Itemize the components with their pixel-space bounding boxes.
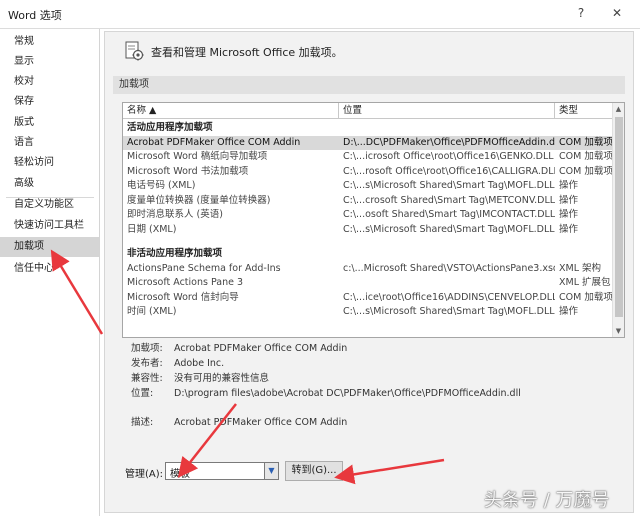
manage-select-value: 模板	[170, 469, 190, 480]
cell-type: COM 加载项	[559, 136, 613, 148]
table-row[interactable]: Microsoft Actions Pane 3 XML 扩展包	[123, 276, 613, 291]
cell-type: 操作	[559, 180, 579, 191]
title-bar: Word 选项 ? ✕	[0, 0, 640, 28]
sidebar-item-save[interactable]: 保存	[0, 92, 99, 112]
dialog-body: 常规 显示 校对 保存 版式 语言 轻松访问 高级 自定义功能区 快速访问工具栏…	[0, 28, 640, 516]
close-button[interactable]: ✕	[608, 4, 626, 22]
manage-row: 管理(A): 模板 ▼ 转到(G)...	[125, 461, 425, 482]
detail-value: D:\program files\adobe\Acrobat DC\PDFMak…	[174, 388, 521, 399]
goto-button[interactable]: 转到(G)...	[285, 461, 343, 481]
sidebar-item-display[interactable]: 显示	[0, 52, 99, 72]
cell-location: C:\...s\Microsoft Shared\Smart Tag\MOFL.…	[343, 223, 555, 235]
table-row[interactable]: 日期 (XML) C:\...s\Microsoft Shared\Smart …	[123, 223, 613, 238]
cell-location: D:\...DC\PDFMaker\Office\PDFMOfficeAddin…	[343, 136, 555, 148]
cell-type: COM 加载项	[559, 151, 613, 162]
scroll-thumb[interactable]	[615, 117, 623, 317]
table-row[interactable]: Acrobat PDFMaker Office COM Addin D:\...…	[123, 135, 613, 150]
cell-name: 即时消息联系人 (英语)	[127, 209, 223, 220]
cell-type: 操作	[559, 306, 579, 317]
detail-label: 位置:	[131, 388, 154, 399]
group-header-inactive: 非活动应用程序加载项	[127, 248, 223, 259]
list-header: 名称 ▲ 位置 类型	[123, 103, 613, 119]
manage-select[interactable]: 模板 ▼	[165, 462, 279, 480]
scroll-down-icon[interactable]: ▼	[613, 325, 624, 337]
cell-name: ActionsPane Schema for Add-Ins	[127, 262, 281, 274]
table-row[interactable]: 时间 (XML) C:\...s\Microsoft Shared\Smart …	[123, 305, 613, 320]
cell-type: 操作	[559, 194, 579, 206]
scroll-up-icon[interactable]: ▲	[613, 103, 624, 115]
cell-location: C:\...icrosoft Office\root\Office16\GENK…	[343, 151, 554, 162]
addins-gear-icon	[125, 41, 144, 61]
column-header-type[interactable]: 类型	[555, 103, 613, 119]
cell-name: Acrobat PDFMaker Office COM Addin	[127, 136, 301, 148]
table-row[interactable]: 电话号码 (XML) C:\...s\Microsoft Shared\Smar…	[123, 179, 613, 194]
chevron-down-icon[interactable]: ▼	[264, 463, 278, 479]
cell-name: 度量单位转换器 (度量单位转换器)	[127, 194, 271, 206]
sidebar-item-advanced[interactable]: 高级	[0, 174, 99, 194]
sidebar-item-language[interactable]: 语言	[0, 133, 99, 153]
cell-type: 操作	[559, 223, 579, 235]
watermark: 头条号 / 万魔号	[484, 490, 610, 511]
cell-location: C:\...rosoft Office\root\Office16\CALLIG…	[343, 165, 555, 177]
cell-name: 日期 (XML)	[127, 223, 177, 235]
cell-type: 操作	[559, 209, 579, 220]
cell-location: C:\...osoft Shared\Smart Tag\IMCONTACT.D…	[343, 209, 555, 220]
detail-label: 兼容性:	[131, 373, 163, 384]
help-button[interactable]: ?	[572, 4, 590, 22]
addins-list[interactable]: 名称 ▲ 位置 类型 活动应用程序加载项 Acrobat PDFMaker Of…	[122, 102, 625, 338]
cell-location: c:\...Microsoft Shared\VSTO\ActionsPane3…	[343, 262, 555, 274]
group-header-active: 活动应用程序加载项	[127, 122, 213, 133]
cell-type: COM 加载项	[559, 165, 613, 177]
detail-label: 发布者:	[131, 358, 163, 369]
detail-value: Acrobat PDFMaker Office COM Addin	[174, 417, 348, 428]
table-row[interactable]: Microsoft Word 书法加载项 C:\...rosoft Office…	[123, 165, 613, 180]
cell-type: COM 加载项	[559, 291, 613, 303]
column-header-name[interactable]: 名称 ▲	[123, 103, 339, 119]
cell-location: C:\...s\Microsoft Shared\Smart Tag\MOFL.…	[343, 180, 555, 191]
manage-label: 管理(A):	[125, 469, 164, 480]
page-title: 查看和管理 Microsoft Office 加载项。	[151, 46, 343, 59]
sidebar-item-accessibility[interactable]: 轻松访问	[0, 153, 99, 173]
column-header-location[interactable]: 位置	[339, 103, 555, 119]
sidebar-item-quick-access-toolbar[interactable]: 快速访问工具栏	[0, 216, 99, 236]
cell-type: XML 架构	[559, 262, 602, 274]
sidebar-item-addins[interactable]: 加载项	[0, 237, 99, 257]
cell-location: C:\...ice\root\Office16\ADDINS\CENVELOP.…	[343, 291, 555, 303]
sidebar-item-proofing[interactable]: 校对	[0, 72, 99, 92]
addins-panel: 查看和管理 Microsoft Office 加载项。 加载项 名称 ▲ 位置 …	[104, 31, 634, 513]
window-title: Word 选项	[8, 9, 62, 22]
cell-name: Microsoft Word 稿纸向导加载项	[127, 151, 268, 162]
cell-name: Microsoft Word 书法加载项	[127, 165, 249, 177]
table-row[interactable]: 即时消息联系人 (英语) C:\...osoft Shared\Smart Ta…	[123, 208, 613, 223]
detail-value: Acrobat PDFMaker Office COM Addin	[174, 343, 348, 354]
table-row[interactable]: Microsoft Word 信封向导 C:\...ice\root\Offic…	[123, 291, 613, 306]
sidebar-item-layout[interactable]: 版式	[0, 113, 99, 133]
table-row[interactable]: Microsoft Word 稿纸向导加载项 C:\...icrosoft Of…	[123, 150, 613, 165]
cell-name: 电话号码 (XML)	[127, 180, 196, 191]
list-scrollbar[interactable]: ▲ ▼	[612, 103, 624, 337]
sidebar: 常规 显示 校对 保存 版式 语言 轻松访问 高级 自定义功能区 快速访问工具栏…	[0, 29, 100, 516]
cell-type: XML 扩展包	[559, 277, 611, 288]
section-heading: 加载项	[113, 76, 625, 94]
detail-value: Adobe Inc.	[174, 358, 225, 369]
table-row[interactable]: ActionsPane Schema for Add-Ins c:\...Mic…	[123, 262, 613, 277]
cell-location: C:\...crosoft Shared\Smart Tag\METCONV.D…	[343, 194, 555, 206]
sidebar-item-general[interactable]: 常规	[0, 32, 99, 52]
cell-name: Microsoft Word 信封向导	[127, 291, 239, 303]
cell-location: C:\...s\Microsoft Shared\Smart Tag\MOFL.…	[343, 306, 555, 317]
cell-name: Microsoft Actions Pane 3	[127, 277, 244, 288]
detail-label: 描述:	[131, 417, 154, 428]
table-row[interactable]: 度量单位转换器 (度量单位转换器) C:\...crosoft Shared\S…	[123, 194, 613, 209]
sidebar-item-trust-center[interactable]: 信任中心	[0, 259, 99, 279]
cell-name: 时间 (XML)	[127, 306, 177, 317]
sidebar-item-customize-ribbon[interactable]: 自定义功能区	[0, 195, 99, 215]
detail-value: 没有可用的兼容性信息	[174, 373, 270, 384]
detail-label: 加载项:	[131, 343, 163, 354]
